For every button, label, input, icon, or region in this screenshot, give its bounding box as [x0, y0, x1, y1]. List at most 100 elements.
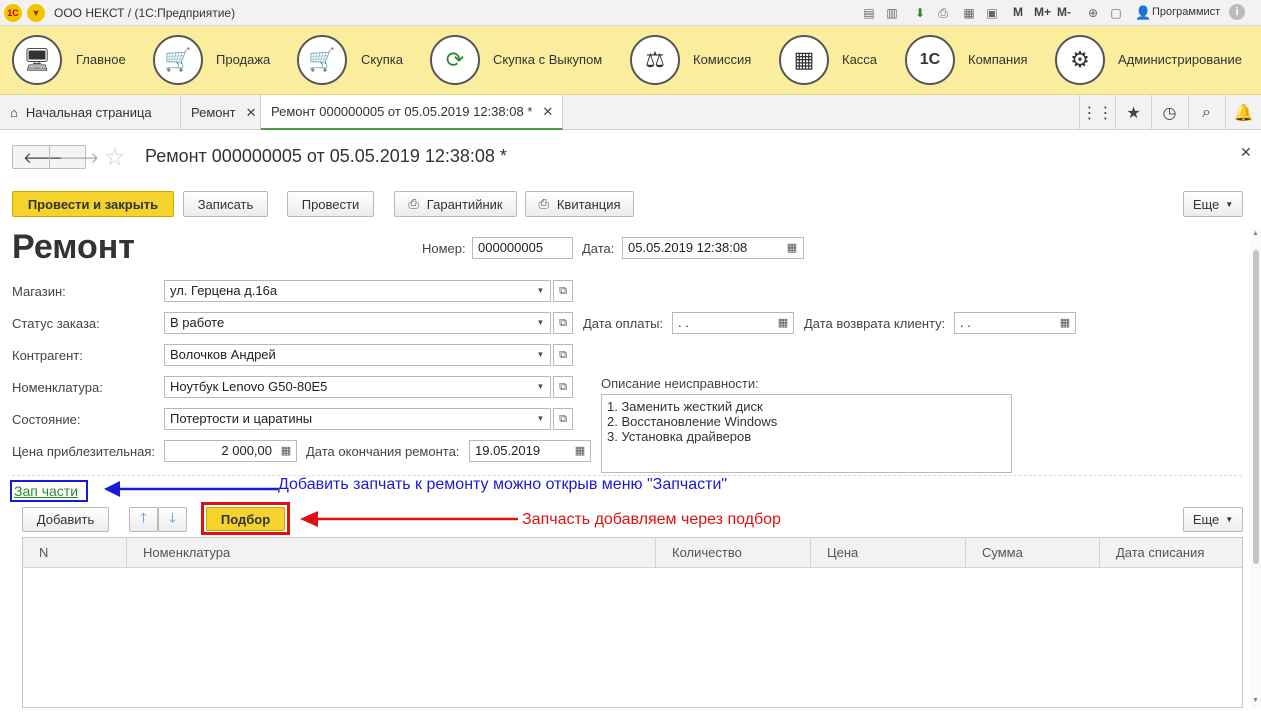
nomenclature-field[interactable]: Ноутбук Lenovo G50-80E5: [164, 376, 532, 398]
open-icon[interactable]: ⧉: [553, 376, 573, 398]
scroll-down-icon[interactable]: ▼: [1252, 697, 1259, 704]
attach-icon[interactable]: ⬇: [912, 5, 928, 21]
refresh-arrows-icon: ⟳: [430, 35, 480, 85]
receipt-button[interactable]: ⎙ Квитанция: [525, 191, 634, 217]
save-icon[interactable]: ▤: [861, 5, 877, 21]
calendar-icon[interactable]: ▦: [1055, 313, 1075, 333]
add-part-button[interactable]: Добавить: [22, 507, 109, 532]
calculator-icon[interactable]: ▦: [276, 441, 296, 461]
column-header[interactable]: Количество: [656, 538, 811, 568]
close-icon[interactable]: ✕: [542, 104, 553, 120]
bell-icon[interactable]: 🔔: [1225, 95, 1261, 130]
open-icon[interactable]: ⧉: [553, 408, 573, 430]
spare-parts-link[interactable]: Зап части: [10, 480, 88, 502]
favorite-star-icon[interactable]: ☆: [104, 143, 126, 172]
grid-menu-icon[interactable]: ⋮⋮: [1079, 95, 1115, 130]
parts-more-button[interactable]: Еще ▼: [1183, 507, 1243, 532]
user-name[interactable]: Программист: [1152, 6, 1220, 18]
move-down-button[interactable]: 🡓: [158, 507, 187, 532]
title-bar: 1С ▼ ООО НЕКСТ / (1С:Предприятие) ▤ ▥ ⬇ …: [0, 0, 1261, 26]
dropdown-icon[interactable]: ▼: [531, 376, 551, 398]
1c-logo-icon[interactable]: 1С: [4, 4, 22, 22]
number-label: Номер:: [422, 241, 466, 256]
calendar-icon[interactable]: ▣: [984, 5, 1000, 21]
scrollbar-thumb[interactable]: [1253, 250, 1259, 564]
tab-home[interactable]: ⌂ Начальная страница: [0, 95, 181, 130]
close-form-icon[interactable]: ✕: [1240, 144, 1252, 161]
pick-button[interactable]: Подбор: [206, 507, 285, 531]
arrow-up-icon: 🡑: [140, 509, 147, 525]
dropdown-icon[interactable]: ▼: [531, 408, 551, 430]
print-icon[interactable]: ▥: [884, 5, 900, 21]
section-label: Компания: [968, 52, 1028, 67]
section-main[interactable]: 🖥 Главное: [12, 26, 137, 95]
contractor-label: Контрагент:: [12, 348, 83, 363]
star-icon[interactable]: ★: [1115, 95, 1151, 130]
memory-m-button[interactable]: M: [1013, 5, 1023, 19]
button-label: Квитанция: [556, 196, 621, 212]
open-icon[interactable]: ⧉: [553, 312, 573, 334]
calendar-icon[interactable]: ▦: [782, 238, 802, 258]
post-and-close-button[interactable]: Провести и закрыть: [12, 191, 174, 217]
tab-repairs[interactable]: Ремонт ✕: [181, 95, 261, 130]
dropdown-icon[interactable]: ▼: [531, 344, 551, 366]
section-cash[interactable]: ▦ Касса: [779, 26, 884, 95]
warranty-button[interactable]: ⎙ Гарантийник: [394, 191, 517, 217]
date-field[interactable]: 05.05.2019 12:38:08: [622, 237, 804, 259]
calendar-icon[interactable]: ▦: [773, 313, 793, 333]
open-icon[interactable]: ⧉: [553, 280, 573, 302]
dropdown-icon[interactable]: ▼: [531, 280, 551, 302]
memory-plus-button[interactable]: M+: [1034, 5, 1051, 19]
section-company[interactable]: 1С Компания: [905, 26, 1035, 95]
calendar-icon[interactable]: ▦: [570, 441, 590, 461]
scroll-up-icon[interactable]: ▲: [1252, 230, 1259, 237]
section-admin[interactable]: ⚙ Администрирование: [1055, 26, 1250, 95]
gears-icon: ⚙: [1055, 35, 1105, 85]
nomenclature-label: Номенклатура:: [12, 380, 103, 395]
window-icon[interactable]: ▢: [1108, 5, 1124, 21]
fault-description-field[interactable]: 1. Заменить жесткий диск 2. Восстановлен…: [601, 394, 1012, 473]
shop-field[interactable]: ул. Герцена д.16а: [164, 280, 532, 302]
status-label: Статус заказа:: [12, 316, 100, 331]
move-up-button[interactable]: 🡑: [129, 507, 158, 532]
column-header[interactable]: Дата списания: [1100, 538, 1242, 568]
contractor-field[interactable]: Волочков Андрей: [164, 344, 532, 366]
column-header[interactable]: Номенклатура: [127, 538, 656, 568]
calculator-icon[interactable]: ▦: [961, 5, 977, 21]
tab-repair-doc[interactable]: Ремонт 000000005 от 05.05.2019 12:38:08 …: [261, 95, 563, 130]
dropdown-icon[interactable]: ▼: [531, 312, 551, 334]
section-sales[interactable]: 🛒 Продажа: [153, 26, 283, 95]
status-field[interactable]: В работе: [164, 312, 532, 334]
column-header[interactable]: N: [23, 538, 127, 568]
section-commission[interactable]: ⚖ Комиссия: [630, 26, 755, 95]
info-icon[interactable]: i: [1229, 4, 1245, 20]
main-menu-icon[interactable]: ▼: [27, 4, 45, 22]
zoom-in-icon[interactable]: ⊕: [1085, 5, 1101, 21]
number-field[interactable]: 000000005: [472, 237, 573, 259]
back-arrow-icon[interactable]: 🡐: [23, 148, 63, 167]
return-date-label: Дата возврата клиенту:: [804, 316, 946, 331]
open-icon[interactable]: ⧉: [553, 344, 573, 366]
forward-arrow-icon[interactable]: 🡒: [59, 148, 99, 167]
close-icon[interactable]: ✕: [246, 105, 257, 121]
section-purchase[interactable]: 🛒 Скупка: [297, 26, 412, 95]
end-date-label: Дата окончания ремонта:: [306, 444, 460, 459]
printer-icon[interactable]: ⎙: [935, 5, 951, 21]
payment-date-label: Дата оплаты:: [583, 316, 664, 331]
column-header[interactable]: Цена: [811, 538, 966, 568]
history-icon[interactable]: ◷: [1151, 95, 1187, 130]
section-label: Комиссия: [693, 52, 752, 67]
computer-icon: 🖥: [12, 35, 62, 85]
parts-table[interactable]: N Номенклатура Количество Цена Сумма Дат…: [22, 537, 1243, 708]
date-label: Дата:: [582, 241, 615, 256]
section-label: Продажа: [216, 52, 271, 67]
memory-minus-button[interactable]: M-: [1057, 5, 1071, 19]
condition-field[interactable]: Потертости и царатины: [164, 408, 532, 430]
more-button[interactable]: Еще ▼: [1183, 191, 1243, 217]
save-button[interactable]: Записать: [183, 191, 268, 217]
post-button[interactable]: Провести: [287, 191, 374, 217]
condition-label: Состояние:: [12, 412, 81, 427]
search-icon[interactable]: ⌕: [1188, 95, 1224, 130]
column-header[interactable]: Сумма: [966, 538, 1100, 568]
section-buyback[interactable]: ⟳ Скупка с Выкупом: [430, 26, 615, 95]
